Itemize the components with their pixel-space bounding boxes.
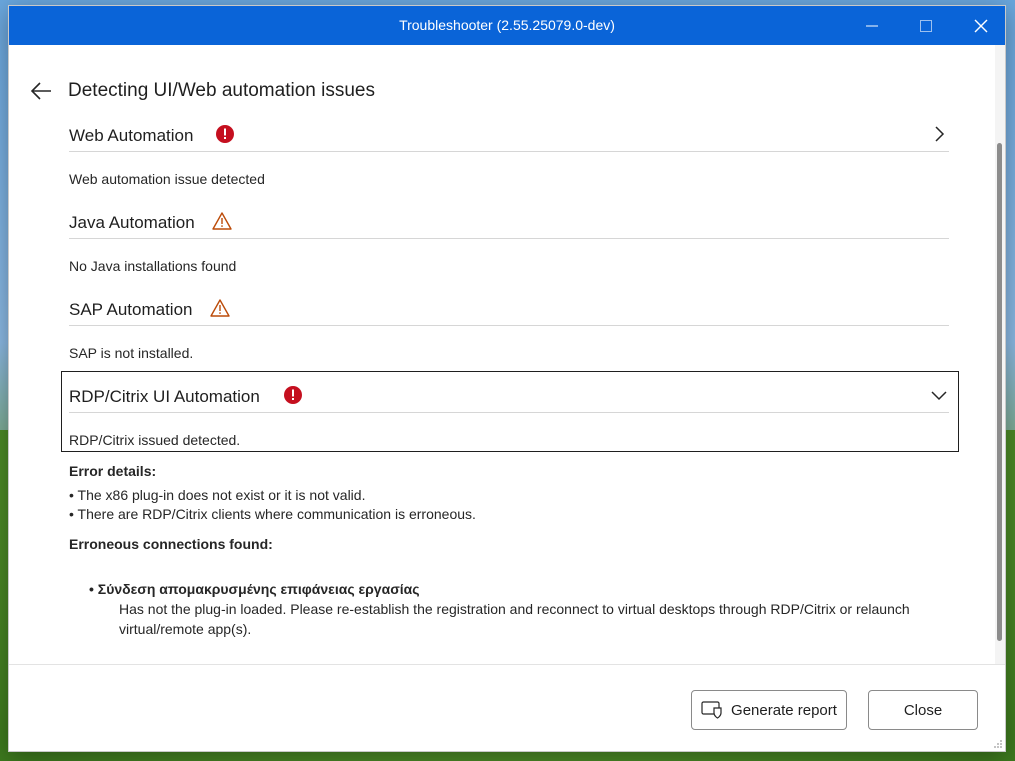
section-rdp-citrix-automation[interactable]: RDP/Citrix UI Automation bbox=[69, 383, 949, 413]
error-item: • There are RDP/Citrix clients where com… bbox=[69, 506, 476, 522]
warning-triangle-icon bbox=[212, 212, 232, 230]
section-description: No Java installations found bbox=[69, 258, 237, 274]
vertical-scrollbar[interactable] bbox=[995, 45, 1005, 665]
warning-triangle-icon bbox=[210, 299, 230, 317]
error-details-title: Error details: bbox=[69, 463, 157, 479]
generate-report-button[interactable]: Generate report bbox=[691, 690, 847, 730]
connection-name: • Σύνδεση απομακρυσμένης επιφάνειας εργα… bbox=[89, 581, 420, 597]
close-label: Close bbox=[903, 701, 943, 719]
section-title: SAP Automation bbox=[69, 300, 193, 319]
resize-grip-icon[interactable] bbox=[993, 739, 1003, 749]
section-sap-automation[interactable]: SAP Automation bbox=[69, 296, 949, 326]
connection-description: Has not the plug-in loaded. Please re-es… bbox=[119, 601, 910, 637]
section-web-automation[interactable]: Web Automation bbox=[69, 122, 949, 152]
minimize-icon bbox=[866, 25, 878, 26]
troubleshooter-window: Troubleshooter (2.55.25079.0-dev) Detect… bbox=[8, 5, 1006, 752]
generate-report-label: Generate report bbox=[731, 701, 837, 719]
arrow-left-icon bbox=[30, 82, 51, 100]
section-java-automation[interactable]: Java Automation bbox=[69, 209, 949, 239]
report-shield-icon bbox=[701, 701, 722, 719]
close-button[interactable]: Close bbox=[868, 690, 978, 730]
section-description: Web automation issue detected bbox=[69, 171, 265, 187]
section-title: Web Automation bbox=[69, 126, 194, 145]
section-title: Java Automation bbox=[69, 213, 195, 232]
section-title: RDP/Citrix UI Automation bbox=[69, 387, 260, 406]
scrollbar-thumb[interactable] bbox=[997, 143, 1002, 641]
maximize-button[interactable] bbox=[898, 6, 954, 45]
back-button[interactable] bbox=[29, 79, 57, 103]
error-item: • The x86 plug-in does not exist or it i… bbox=[69, 487, 366, 503]
minimize-button[interactable] bbox=[844, 6, 900, 45]
title-bar[interactable]: Troubleshooter (2.55.25079.0-dev) bbox=[9, 6, 1005, 45]
error-circle-icon bbox=[284, 386, 302, 404]
connections-title: Erroneous connections found: bbox=[69, 536, 273, 552]
close-icon bbox=[974, 19, 988, 32]
page-title: Detecting UI/Web automation issues bbox=[68, 80, 375, 101]
section-description: RDP/Citrix issued detected. bbox=[69, 432, 241, 448]
error-circle-icon bbox=[216, 125, 234, 143]
chevron-right-icon[interactable] bbox=[931, 124, 949, 144]
maximize-icon bbox=[920, 19, 932, 32]
footer-divider bbox=[9, 664, 1005, 665]
content-area: Detecting UI/Web automation issues Web A… bbox=[9, 45, 1005, 665]
chevron-down-icon[interactable] bbox=[929, 385, 949, 405]
section-description: SAP is not installed. bbox=[69, 345, 194, 361]
close-window-button[interactable] bbox=[953, 6, 1009, 45]
